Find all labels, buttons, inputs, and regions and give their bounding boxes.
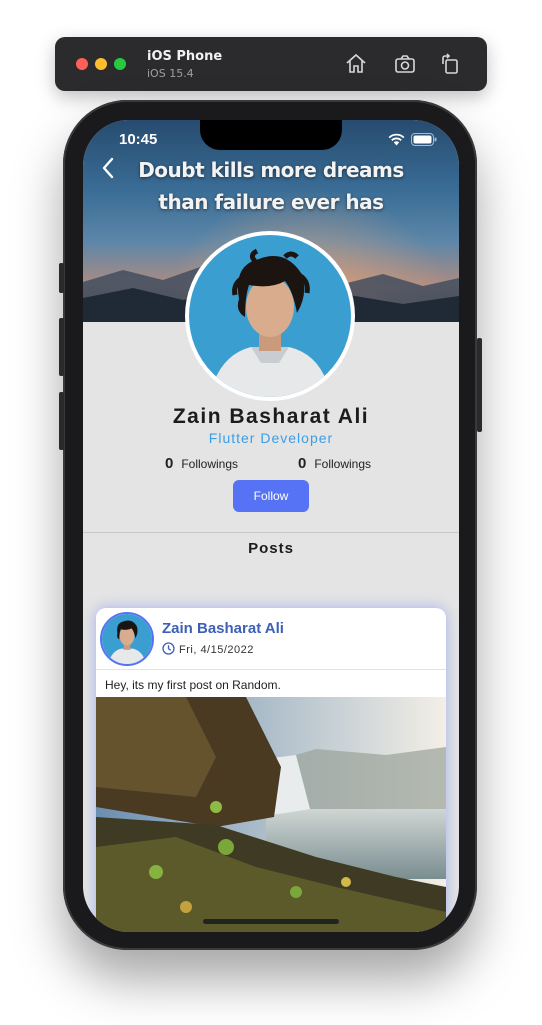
profile-avatar[interactable]: [185, 231, 355, 401]
section-divider: [83, 532, 459, 533]
posts-heading: Posts: [248, 540, 294, 557]
follow-button[interactable]: Follow: [233, 480, 309, 512]
post-card-divider: [96, 669, 446, 670]
chevron-left-icon: [102, 157, 114, 179]
header-quote: Doubt kills more dreams than failure eve…: [103, 154, 439, 218]
zoom-window-button[interactable]: [114, 58, 126, 70]
mute-switch: [59, 263, 64, 293]
quote-line-1: Doubt kills more dreams: [138, 158, 404, 182]
rotate-icon[interactable]: [438, 52, 462, 76]
battery-icon: [411, 133, 437, 151]
simulator-title: iOS Phone: [147, 49, 223, 64]
phone-screen: 10:45 Doubt kills more dreams than failu…: [83, 120, 459, 932]
post-author-name[interactable]: Zain Basharat Ali: [162, 620, 284, 637]
stat-label: Followings: [181, 457, 239, 471]
minimize-window-button[interactable]: [95, 58, 107, 70]
close-window-button[interactable]: [76, 58, 88, 70]
simulator-subtitle: iOS 15.4: [147, 67, 194, 80]
stat-count: 0: [298, 455, 307, 472]
stat-followings-2[interactable]: 0 Followings: [298, 455, 371, 472]
volume-down-button: [59, 392, 64, 450]
wifi-icon: [388, 133, 405, 151]
post-image[interactable]: [96, 697, 446, 932]
home-icon[interactable]: [344, 52, 368, 76]
simulator-toolbar: iOS Phone iOS 15.4: [55, 37, 487, 91]
post-card[interactable]: Zain Basharat Ali Fri, 4/15/2022 Hey, it…: [96, 608, 446, 932]
back-button[interactable]: [99, 156, 119, 180]
screenshot-icon[interactable]: [393, 52, 417, 76]
power-button: [477, 338, 482, 432]
clock-icon: [162, 642, 175, 658]
home-indicator: [203, 919, 339, 924]
post-date: Fri, 4/15/2022: [179, 644, 254, 656]
volume-up-button: [59, 318, 64, 376]
stat-count: 0: [165, 455, 174, 472]
profile-role: Flutter Developer: [208, 430, 334, 446]
post-author-avatar[interactable]: [100, 612, 154, 666]
notch: [200, 120, 342, 150]
avatar-portrait: [189, 235, 351, 397]
status-icons: [388, 133, 437, 151]
avatar-portrait-small: [102, 614, 152, 664]
profile-name: Zain Basharat Ali: [172, 405, 370, 428]
stat-followings-1[interactable]: 0 Followings: [165, 455, 238, 472]
quote-line-2: than failure ever has: [158, 190, 384, 214]
post-text: Hey, its my first post on Random.: [105, 678, 281, 692]
stat-label: Followings: [314, 457, 372, 471]
post-date-row: Fri, 4/15/2022: [162, 642, 254, 658]
status-time: 10:45: [119, 131, 158, 148]
